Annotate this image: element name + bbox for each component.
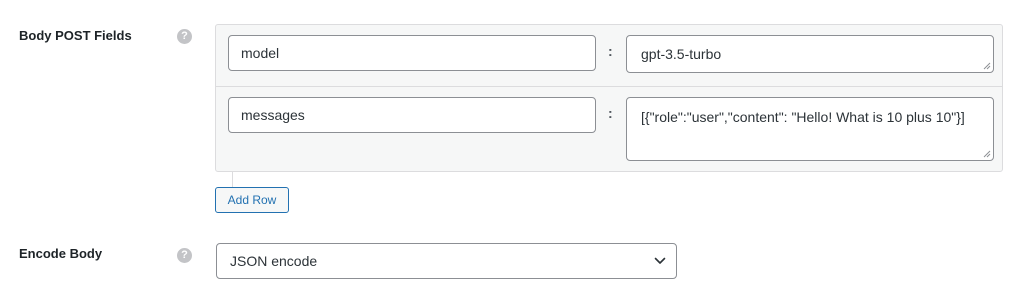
field-value-textarea-messages[interactable]: [{"role":"user","content": "Hello! What … [626,97,994,161]
add-row-button[interactable]: Add Row [215,187,289,213]
field-key-input-messages[interactable]: messages [228,97,596,133]
key-value-separator: : [608,105,613,121]
field-value-text: gpt-3.5-turbo [641,46,722,62]
question-circle-icon[interactable]: ? [177,29,192,44]
resize-grip-icon[interactable] [983,62,991,70]
field-value-textarea-model[interactable]: gpt-3.5-turbo [626,35,994,73]
row-divider [216,86,1002,87]
resize-grip-icon[interactable] [983,150,991,158]
field-key-input-model[interactable]: model [228,35,596,71]
question-circle-icon[interactable]: ? [177,248,192,263]
field-value-text: [{"role":"user","content": "Hello! What … [641,109,965,125]
encode-body-select[interactable]: JSON encode [216,243,677,279]
encode-body-selected-value: JSON encode [230,253,318,269]
chevron-down-icon [654,257,666,264]
add-row-connector [232,172,233,187]
encode-body-label: Encode Body [19,246,103,261]
key-value-separator: : [608,43,613,59]
body-post-fields-label: Body POST Fields [19,28,132,43]
settings-form: Body POST Fields ? model : gpt-3.5-turbo… [0,0,1024,304]
